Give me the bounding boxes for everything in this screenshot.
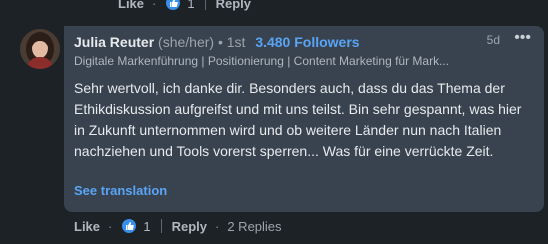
separator-dot: · bbox=[152, 0, 157, 11]
avatar[interactable] bbox=[20, 29, 60, 69]
like-reaction-icon[interactable] bbox=[164, 0, 183, 12]
like-button[interactable]: Like bbox=[118, 0, 144, 11]
separator-dot: · bbox=[108, 218, 113, 234]
reaction-count[interactable]: 1 bbox=[187, 0, 194, 11]
reply-button[interactable]: Reply bbox=[172, 219, 207, 234]
like-button[interactable]: Like bbox=[74, 219, 100, 234]
followers-count[interactable]: 3.480 Followers bbox=[255, 34, 359, 50]
author-pronouns: (she/her) bbox=[158, 34, 215, 50]
separator-dot: · bbox=[215, 218, 220, 234]
replies-count[interactable]: 2 Replies bbox=[227, 219, 281, 234]
previous-comment-actions: Like · 1 Reply bbox=[118, 0, 251, 12]
timestamp: 5d bbox=[486, 33, 500, 47]
see-translation-link[interactable]: See translation bbox=[74, 183, 167, 198]
connection-degree: • 1st bbox=[217, 34, 246, 50]
comment-text: Sehr wertvoll, ich danke dir. Besonders … bbox=[74, 80, 522, 159]
like-reaction-icon[interactable] bbox=[120, 217, 139, 235]
reaction-count[interactable]: 1 bbox=[143, 219, 150, 234]
divider bbox=[160, 219, 162, 233]
comment-bubble: Julia Reuter (she/her) • 1st 3.480 Follo… bbox=[64, 26, 544, 212]
author-headline: Digitale Markenführung | Positionierung … bbox=[74, 54, 450, 68]
more-options-icon[interactable]: ••• bbox=[514, 29, 531, 47]
comment-actions: Like · 1 Reply · 2 Replies bbox=[74, 217, 282, 235]
reply-button[interactable]: Reply bbox=[216, 0, 251, 11]
divider bbox=[204, 0, 206, 10]
author-name[interactable]: Julia Reuter bbox=[74, 34, 154, 50]
comment-header: Julia Reuter (she/her) • 1st 3.480 Follo… bbox=[74, 34, 360, 50]
